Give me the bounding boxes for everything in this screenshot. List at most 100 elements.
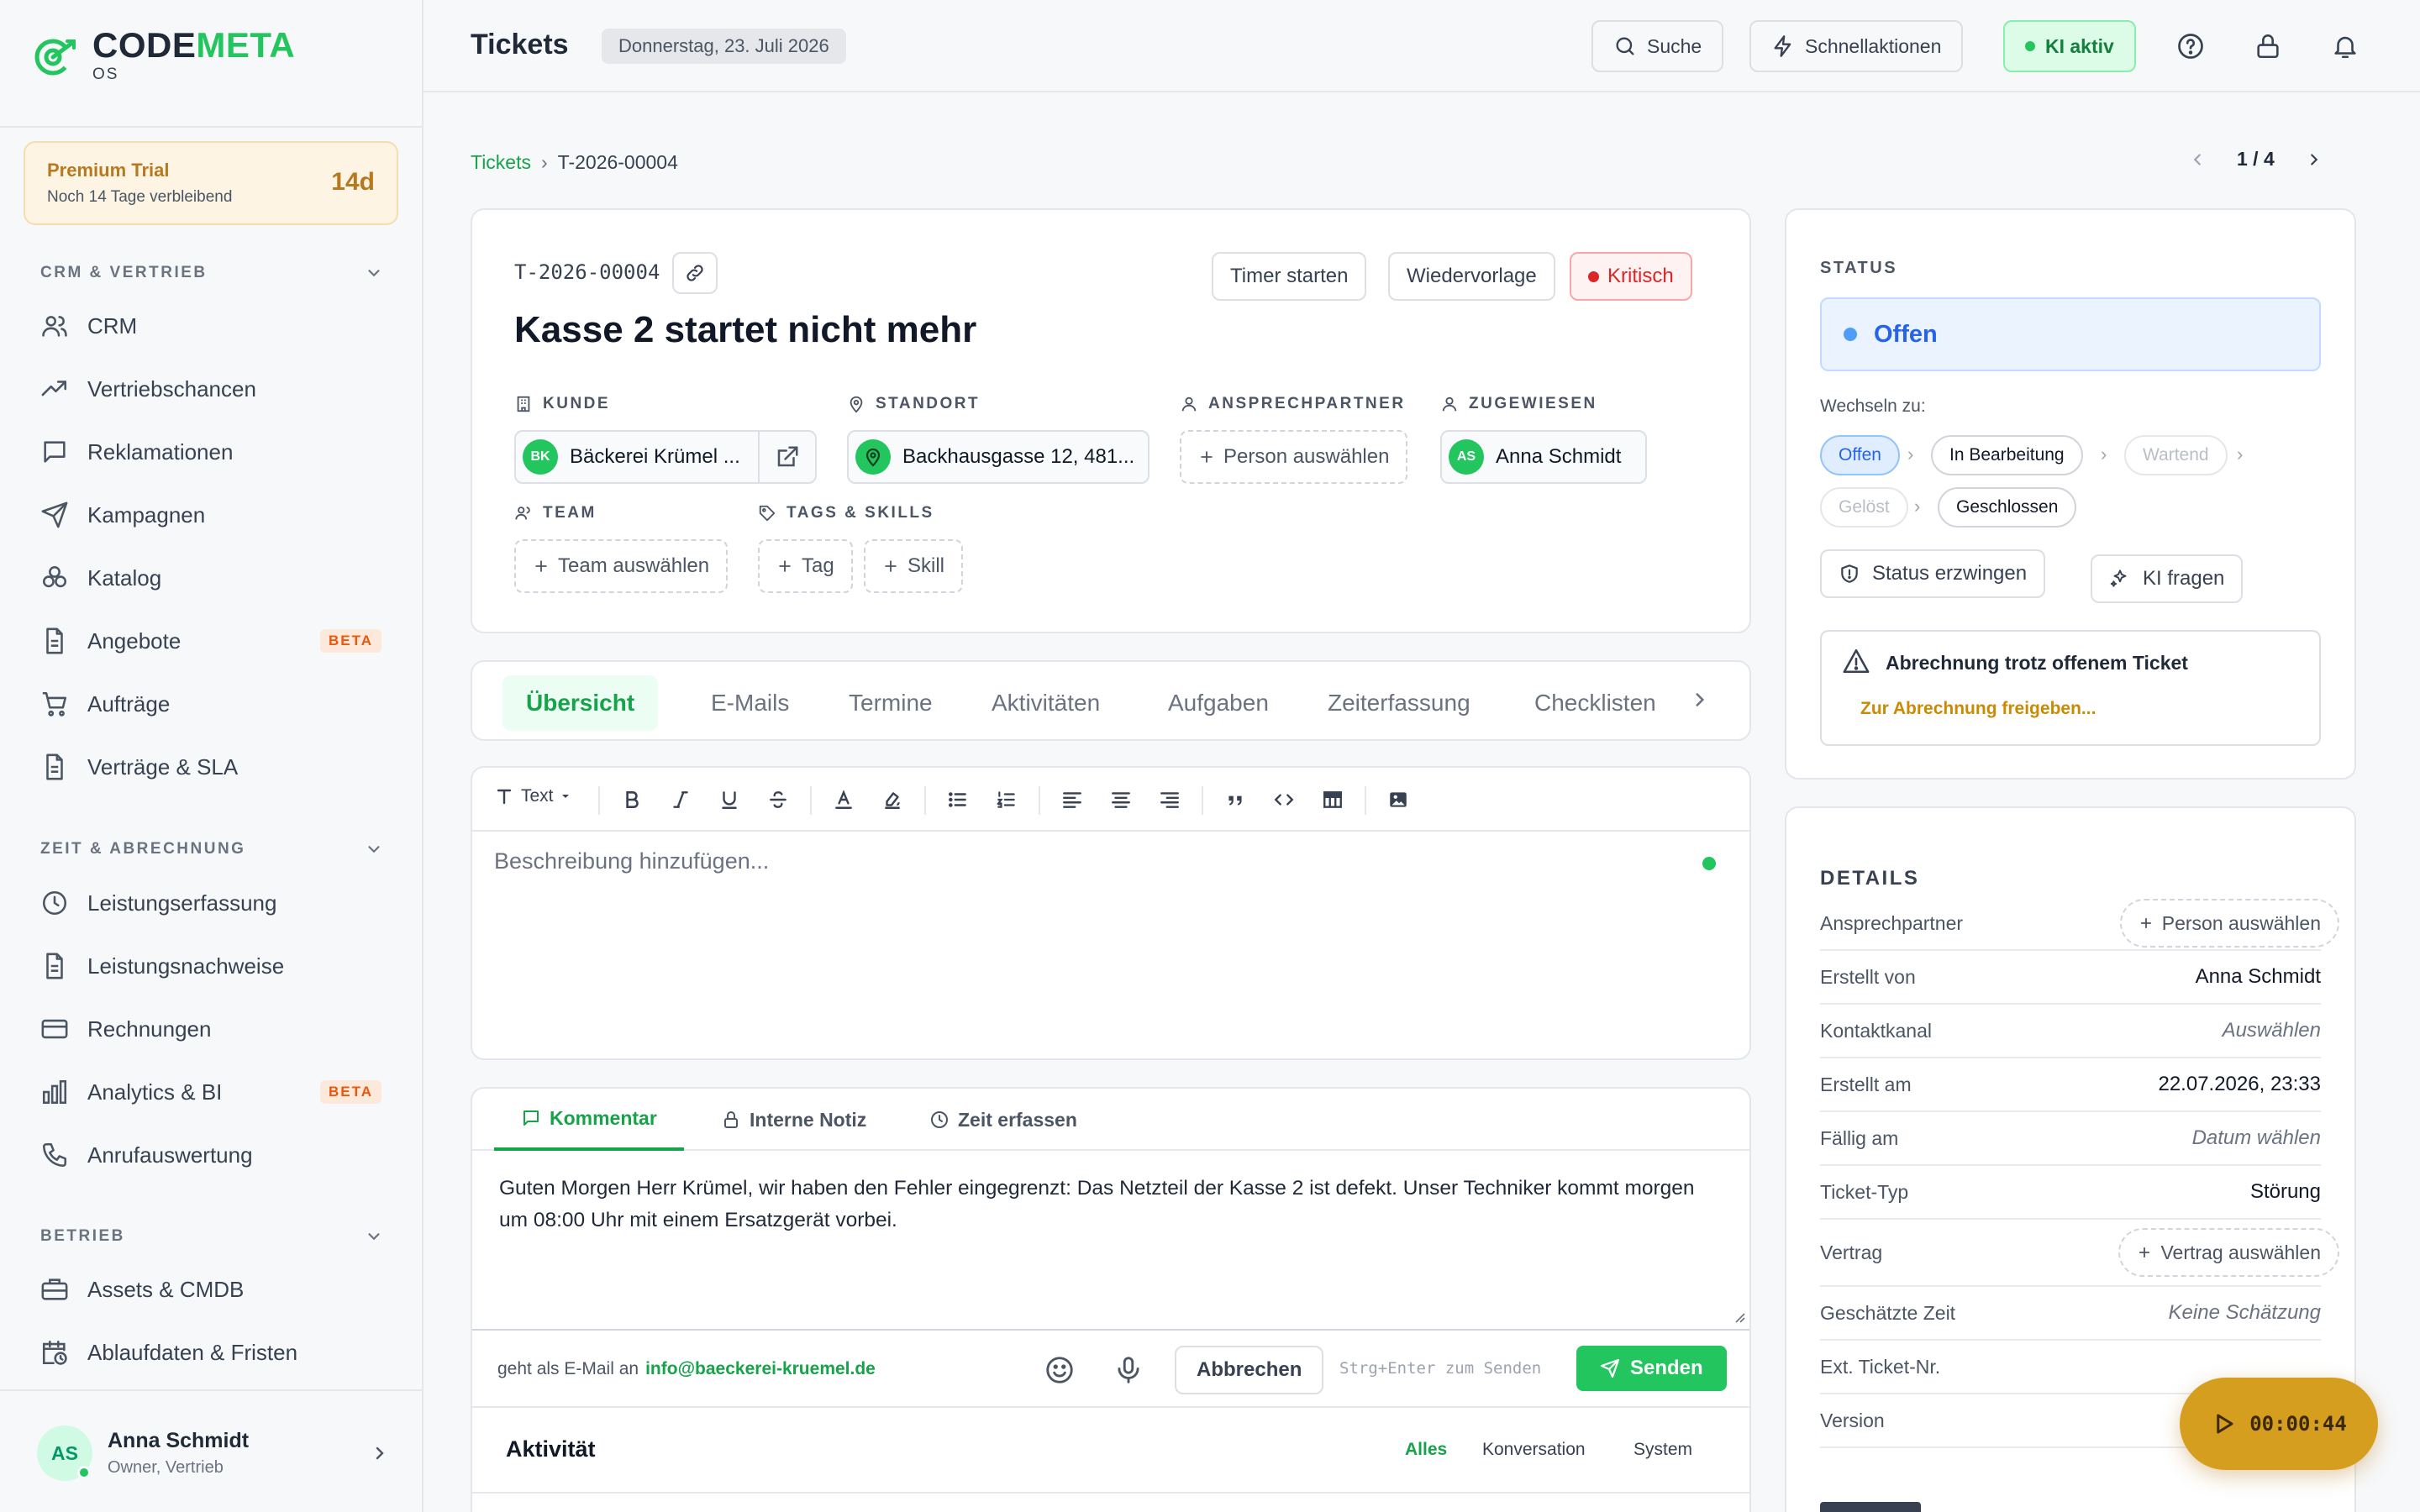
recipient-email[interactable]: info@baeckerei-kruemel.de (645, 1359, 876, 1379)
ticket-type-select[interactable]: Störung (2250, 1180, 2321, 1204)
status-option-in-bearbeitung[interactable]: In Bearbeitung (1931, 435, 2083, 475)
sidebar-item-auftraege[interactable]: Aufträge (39, 680, 392, 727)
align-right-icon[interactable] (1153, 783, 1186, 816)
user-menu[interactable]: AS Anna Schmidt Owner, Vertrieb (37, 1420, 390, 1487)
sidebar-item-crm[interactable]: CRM (39, 302, 392, 349)
tab-checklisten[interactable]: Checklisten (1511, 675, 1680, 731)
status-option-wartend[interactable]: Wartend (2124, 435, 2228, 475)
force-status-button[interactable]: Status erzwingen (1820, 549, 2046, 598)
nav-section-zeit[interactable]: ZEIT & ABRECHNUNG (40, 840, 383, 858)
next-section-heading-cutoff (1820, 1502, 1921, 1512)
tabs-scroll-right-icon[interactable] (1689, 689, 1711, 711)
tab-aktivitaeten[interactable]: Aktivitäten (968, 675, 1123, 731)
trial-banner[interactable]: Premium Trial Noch 14 Tage verbleibend 1… (24, 141, 398, 225)
team-picker[interactable]: Team auswählen (514, 539, 729, 593)
brand-logo[interactable]: CODEMETA OS (30, 27, 295, 84)
nav-section-crm[interactable]: CRM & VERTRIEB (40, 264, 383, 282)
sidebar-item-assets[interactable]: Assets & CMDB (39, 1266, 392, 1313)
cancel-button[interactable]: Abbrechen (1175, 1346, 1324, 1394)
sidebar-item-rechnungen[interactable]: Rechnungen (39, 1005, 392, 1053)
microphone-icon[interactable] (1113, 1354, 1144, 1386)
customer-chip[interactable]: BK Bäckerei Krümel ... (514, 430, 817, 484)
estimate-input[interactable]: Keine Schätzung (2169, 1301, 2321, 1325)
sidebar-item-ablaufdaten[interactable]: Ablaufdaten & Fristen (39, 1329, 392, 1376)
contract-picker-button[interactable]: Vertrag auswählen (2118, 1228, 2339, 1277)
sidebar-item-vertriebschancen[interactable]: Vertriebschancen (39, 365, 392, 412)
users-icon (514, 504, 533, 522)
channel-select[interactable]: Auswählen (2223, 1019, 2321, 1042)
status-option-geschlossen[interactable]: Geschlossen (1938, 487, 2077, 528)
comment-textarea[interactable]: Guten Morgen Herr Krümel, wir haben den … (499, 1173, 1726, 1236)
table-icon[interactable] (1316, 783, 1349, 816)
ai-status-button[interactable]: KI aktiv (2003, 20, 2136, 72)
code-icon[interactable] (1267, 783, 1301, 816)
sidebar-item-anrufauswertung[interactable]: Anrufauswertung (39, 1131, 392, 1179)
contact-picker[interactable]: Person auswählen (1180, 430, 1408, 484)
text-color-icon[interactable] (827, 783, 860, 816)
bell-icon[interactable] (2328, 29, 2363, 64)
floating-timer[interactable]: 00:00:44 (2180, 1378, 2378, 1470)
add-skill-button[interactable]: Skill (864, 539, 964, 593)
tab-emails[interactable]: E-Mails (687, 675, 813, 731)
bullet-list-icon[interactable] (941, 783, 975, 816)
due-date-picker[interactable]: Datum wählen (2192, 1126, 2321, 1150)
description-input[interactable]: Beschreibung hinzufügen... (494, 848, 769, 874)
sidebar-item-vertraege[interactable]: Verträge & SLA (39, 743, 392, 790)
next-ticket-button[interactable] (2305, 150, 2323, 169)
align-left-icon[interactable] (1055, 783, 1089, 816)
tab-zeiterfassung[interactable]: Zeiterfassung (1304, 675, 1494, 731)
prev-ticket-button[interactable] (2188, 150, 2207, 169)
numbered-list-icon[interactable] (990, 783, 1023, 816)
tab-aufgaben[interactable]: Aufgaben (1144, 675, 1292, 731)
search-button[interactable]: Suche (1591, 20, 1724, 72)
followup-button[interactable]: Wiedervorlage (1388, 252, 1555, 301)
italic-icon[interactable] (664, 783, 697, 816)
text-style-dropdown[interactable]: Text (494, 786, 571, 806)
priority-button[interactable]: Kritisch (1570, 252, 1692, 301)
contact-picker-button[interactable]: Person auswählen (2119, 899, 2339, 948)
tab-termine[interactable]: Termine (825, 675, 956, 731)
status-option-geloest[interactable]: Gelöst (1820, 487, 1908, 528)
quick-actions-button[interactable]: Schnellaktionen (1749, 20, 1964, 72)
nav-section-betrieb[interactable]: BETRIEB (40, 1227, 383, 1246)
assigned-chip[interactable]: AS Anna Schmidt (1440, 430, 1647, 484)
tab-uebersicht[interactable]: Übersicht (502, 675, 659, 731)
tab-internal-note[interactable]: Interne Notiz (721, 1089, 866, 1151)
open-customer-button[interactable] (758, 432, 815, 482)
highlight-icon[interactable] (876, 783, 909, 816)
filter-all[interactable]: Alles (1405, 1440, 1447, 1460)
help-icon[interactable] (2173, 29, 2208, 64)
sidebar-item-kampagnen[interactable]: Kampagnen (39, 491, 392, 538)
sidebar-item-analytics[interactable]: Analytics & BI BETA (39, 1068, 392, 1116)
start-timer-button[interactable]: Timer starten (1212, 252, 1367, 301)
sidebar-item-leistungsnachweise[interactable]: Leistungsnachweise (39, 942, 392, 990)
lock-icon[interactable] (2250, 29, 2286, 64)
breadcrumb-link-tickets[interactable]: Tickets (471, 151, 531, 174)
status-option-offen[interactable]: Offen (1820, 435, 1900, 475)
resize-handle-icon[interactable] (1731, 1309, 1746, 1324)
add-tag-button[interactable]: Tag (758, 539, 853, 593)
image-icon[interactable] (1381, 783, 1415, 816)
location-chip[interactable]: Backhausgasse 12, 481... (847, 430, 1150, 484)
ask-ai-button[interactable]: KI fragen (2091, 554, 2244, 603)
filter-system[interactable]: System (1634, 1440, 1692, 1460)
filter-conversation[interactable]: Konversation (1482, 1440, 1586, 1460)
tags-field-label: TAGS & SKILLS (758, 504, 934, 522)
strikethrough-icon[interactable] (761, 783, 795, 816)
sidebar-item-angebote[interactable]: Angebote BETA (39, 617, 392, 664)
align-center-icon[interactable] (1104, 783, 1138, 816)
send-button[interactable]: Senden (1576, 1346, 1727, 1391)
emoji-icon[interactable] (1044, 1354, 1076, 1386)
sidebar-item-leistungserfassung[interactable]: Leistungserfassung (39, 879, 392, 927)
ticket-title[interactable]: Kasse 2 startet nicht mehr (514, 309, 976, 351)
underline-icon[interactable] (713, 783, 746, 816)
release-billing-link[interactable]: Zur Abrechnung freigeben... (1860, 699, 2096, 719)
quote-icon[interactable] (1218, 783, 1252, 816)
bold-icon[interactable] (615, 783, 649, 816)
tab-log-time[interactable]: Zeit erfassen (929, 1089, 1077, 1151)
tab-comment[interactable]: Kommentar (494, 1089, 684, 1151)
plus-icon (776, 558, 793, 575)
sidebar-item-reklamationen[interactable]: Reklamationen (39, 428, 392, 475)
copy-link-button[interactable] (672, 252, 718, 294)
sidebar-item-katalog[interactable]: Katalog (39, 554, 392, 601)
